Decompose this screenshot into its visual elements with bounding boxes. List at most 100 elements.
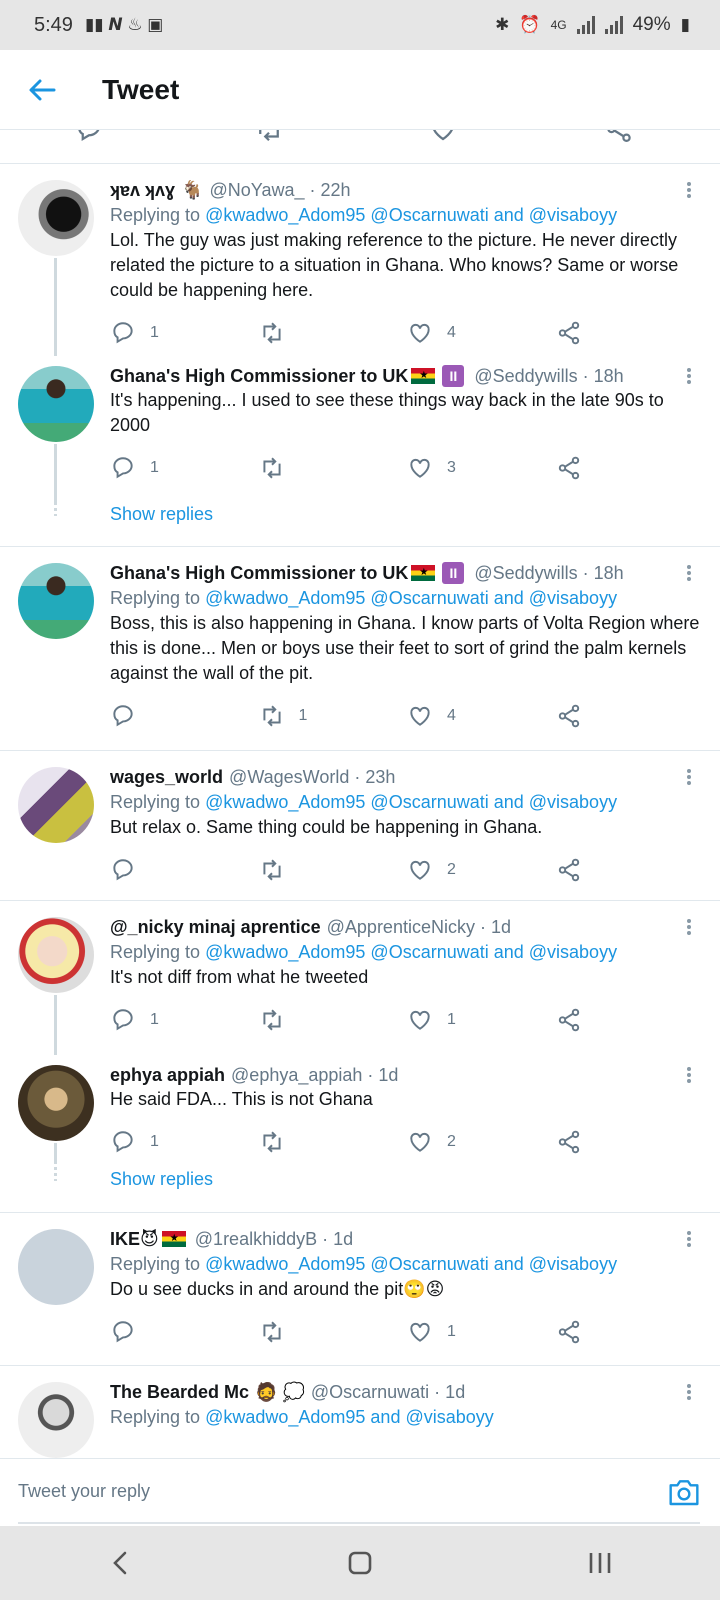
avatar[interactable] <box>18 366 94 442</box>
display-name[interactable]: @_nicky minaj aprentice <box>110 915 321 939</box>
share-button[interactable] <box>556 1007 705 1033</box>
share-button[interactable] <box>556 703 705 729</box>
display-name[interactable]: Ghana's High Commissioner to UK <box>110 364 408 388</box>
like-icon[interactable] <box>428 130 458 144</box>
share-button[interactable] <box>556 1319 705 1345</box>
reply-button[interactable]: 1 <box>110 455 259 481</box>
retweet-button[interactable] <box>259 320 408 346</box>
reply-mentions[interactable]: @kwadwo_Adom95 @Oscarnuwati and @visaboy… <box>205 942 617 962</box>
reply-mentions[interactable]: @kwadwo_Adom95 @Oscarnuwati and @visaboy… <box>205 792 617 812</box>
thread-dots <box>54 1161 57 1181</box>
more-options-icon[interactable] <box>684 366 694 386</box>
share-button[interactable] <box>556 1129 705 1155</box>
retweet-button[interactable] <box>259 1129 408 1155</box>
reply-icon[interactable] <box>74 130 104 144</box>
show-replies-link[interactable]: Show replies <box>110 496 704 536</box>
share-icon[interactable] <box>604 130 634 144</box>
reply-mentions[interactable]: @kwadwo_Adom95 @Oscarnuwati and @visaboy… <box>205 205 617 225</box>
reply-button[interactable] <box>110 1319 259 1345</box>
replying-label: Replying to <box>110 1254 206 1274</box>
retweet-button[interactable]: 1 <box>259 703 408 729</box>
share-button[interactable] <box>556 455 705 481</box>
avatar[interactable] <box>18 767 94 843</box>
handle-time: @WagesWorld · 23h <box>229 767 396 787</box>
nav-home-button[interactable] <box>330 1543 390 1583</box>
reply-mentions[interactable]: @kwadwo_Adom95 @Oscarnuwati and @visaboy… <box>205 1254 617 1274</box>
tweet-actions: 1 2 <box>110 1118 704 1166</box>
retweet-icon <box>262 1131 281 1153</box>
reply-input[interactable]: Tweet your reply <box>18 1481 150 1502</box>
like-button[interactable]: 1 <box>407 1007 556 1033</box>
avatar[interactable] <box>18 563 94 639</box>
more-options-icon[interactable] <box>684 917 694 937</box>
retweet-icon[interactable] <box>254 130 284 144</box>
tweet[interactable]: ʞɐʌ ʞʌɣ 🐐 @NoYawa_ · 22h Replying to @kw… <box>0 164 720 356</box>
reply-button[interactable]: 1 <box>110 320 259 346</box>
page-title: Tweet <box>102 73 180 105</box>
display-name[interactable]: IKE😈 <box>110 1227 159 1251</box>
like-button[interactable]: 1 <box>407 1319 556 1345</box>
camera-icon[interactable] <box>668 1477 700 1507</box>
display-name[interactable]: ʞɐʌ ʞʌɣ <box>110 178 175 202</box>
tweet-actions: 1 <box>110 1308 704 1356</box>
reply-button[interactable] <box>110 857 259 883</box>
more-options-icon[interactable] <box>684 767 694 787</box>
tweet-text: Boss, this is also happening in Ghana. I… <box>110 613 700 683</box>
share-icon <box>558 321 579 345</box>
display-name[interactable]: ephya appiah <box>110 1063 225 1087</box>
nav-back-icon <box>113 1551 127 1575</box>
system-nav-bar <box>0 1526 720 1600</box>
reply-mentions[interactable]: @kwadwo_Adom95 and @visaboyy <box>205 1407 494 1427</box>
retweet-icon <box>262 859 281 881</box>
retweet-button[interactable] <box>259 1007 408 1033</box>
more-options-icon[interactable] <box>684 563 694 583</box>
handle-time: @1realkhiddyB · 1d <box>194 1229 354 1249</box>
display-name[interactable]: Ghana's High Commissioner to UK <box>110 561 408 585</box>
more-options-icon[interactable] <box>684 1229 694 1249</box>
replying-label: Replying to <box>110 1407 206 1427</box>
retweet-button[interactable] <box>259 455 408 481</box>
retweet-button[interactable] <box>259 1319 408 1345</box>
like-count: 1 <box>447 1323 456 1340</box>
like-button[interactable]: 2 <box>407 857 556 883</box>
show-replies-row: Show replies <box>0 1161 720 1212</box>
status-bar: 5:49 ▮▮ 𝙉 ♨ ▣ ✱ ⏰ 4G 49% ▮ <box>0 0 720 50</box>
retweet-button[interactable] <box>259 857 408 883</box>
tweet[interactable]: @_nicky minaj aprentice @ApprenticeNicky… <box>0 901 720 1055</box>
reply-mentions[interactable]: @kwadwo_Adom95 @Oscarnuwati and @visaboy… <box>205 588 617 608</box>
tweet[interactable]: Ghana's High Commissioner to UK II @Sedd… <box>0 350 720 504</box>
more-options-icon[interactable] <box>684 180 694 200</box>
tweet[interactable]: wages_world @WagesWorld · 23h Replying t… <box>0 751 720 900</box>
share-icon <box>558 1130 579 1154</box>
nav-recents-button[interactable] <box>570 1543 630 1583</box>
tweet[interactable]: IKE😈 @1realkhiddyB · 1d Replying to @kwa… <box>0 1213 720 1365</box>
avatar[interactable] <box>18 1382 94 1458</box>
display-name[interactable]: wages_world <box>110 765 223 789</box>
back-button[interactable] <box>20 68 64 112</box>
display-name[interactable]: The Bearded Mc <box>110 1380 249 1404</box>
app-header: Tweet <box>0 50 720 130</box>
reply-button[interactable]: 1 <box>110 1007 259 1033</box>
reply-button[interactable] <box>110 703 259 729</box>
nav-back-button[interactable] <box>90 1543 150 1583</box>
thread-line <box>54 258 57 356</box>
like-button[interactable]: 4 <box>407 703 556 729</box>
avatar[interactable] <box>18 917 94 993</box>
like-button[interactable]: 3 <box>407 455 556 481</box>
like-button[interactable]: 4 <box>407 320 556 346</box>
tweet[interactable]: ephya appiah @ephya_appiah · 1d He said … <box>0 1049 720 1161</box>
reply-feed: ʞɐʌ ʞʌɣ 🐐 @NoYawa_ · 22h Replying to @kw… <box>0 164 720 1486</box>
avatar[interactable] <box>18 1229 94 1305</box>
reply-icon <box>113 1009 133 1031</box>
share-button[interactable] <box>556 320 705 346</box>
show-replies-link[interactable]: Show replies <box>110 1161 704 1201</box>
reply-button[interactable]: 1 <box>110 1129 259 1155</box>
share-button[interactable] <box>556 857 705 883</box>
more-options-icon[interactable] <box>684 1065 694 1085</box>
like-button[interactable]: 2 <box>407 1129 556 1155</box>
reply-icon <box>113 1131 133 1153</box>
avatar[interactable] <box>18 180 94 256</box>
avatar[interactable] <box>18 1065 94 1141</box>
more-options-icon[interactable] <box>684 1382 694 1402</box>
tweet[interactable]: Ghana's High Commissioner to UK II @Sedd… <box>0 547 720 750</box>
